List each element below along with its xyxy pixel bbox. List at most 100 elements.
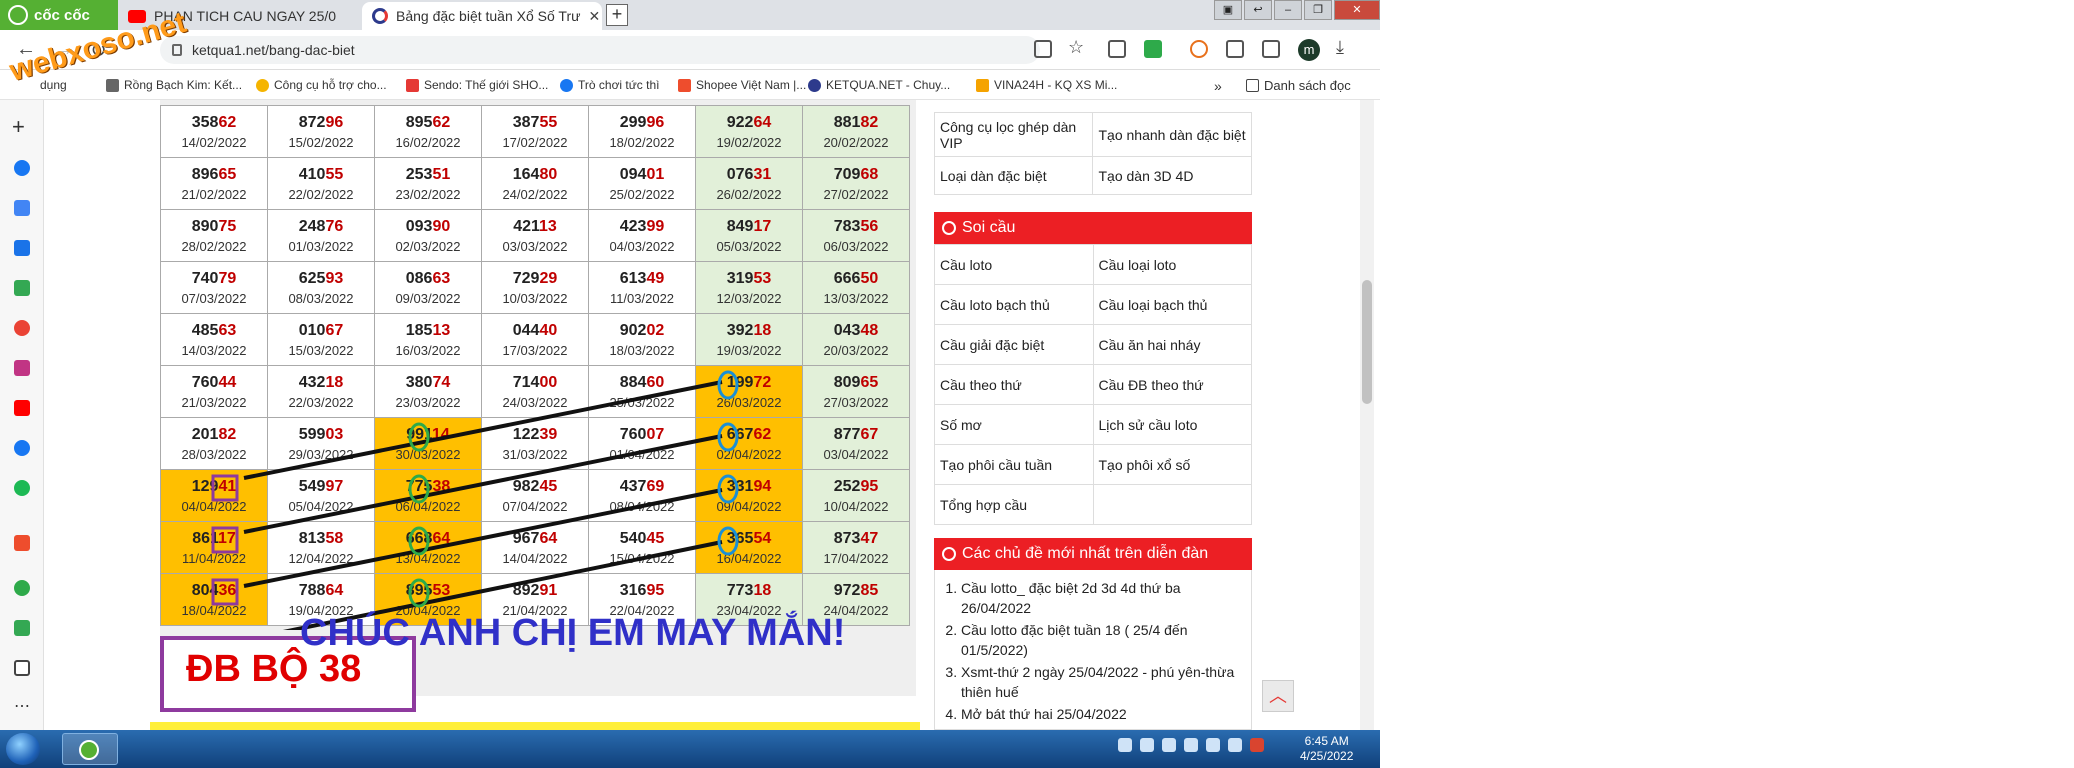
speaker-icon[interactable]: [1184, 738, 1198, 752]
soi-cau-link[interactable]: Cầu ĐB theo thứ: [1092, 364, 1252, 405]
result-date: 25/03/2022: [609, 394, 675, 410]
forum-topic-link[interactable]: Cầu lotto_ đặc biệt 2d 3d 4d thứ ba 26/0…: [961, 578, 1245, 618]
soi-cau-link[interactable]: Số mơ: [934, 404, 1094, 445]
tab-ketqua[interactable]: Bảng đặc biệt tuần Xổ Số Trư ✕: [362, 2, 602, 30]
coccoc-rewards-icon[interactable]: [1190, 40, 1208, 58]
scroll-to-top-button[interactable]: ︿: [1262, 680, 1294, 712]
result-number: 33194: [696, 476, 802, 498]
close-tab-icon[interactable]: ✕: [589, 8, 601, 25]
result-date: 02/04/2022: [716, 446, 782, 462]
bookmark-item[interactable]: Công cụ hỗ trợ cho...: [256, 78, 387, 92]
result-head: 122: [512, 425, 540, 443]
result-date: 09/03/2022: [395, 290, 461, 306]
scrollbar-thumb[interactable]: [1362, 280, 1372, 404]
t-app-icon[interactable]: [14, 280, 30, 296]
close-window-button[interactable]: ✕: [1334, 0, 1380, 20]
system-clock[interactable]: 6:45 AM 4/25/2022: [1300, 734, 1353, 764]
bookmark-item[interactable]: Sendo: Thế giới SHO...: [406, 78, 548, 92]
download-icon[interactable]: ⤓: [1336, 37, 1344, 58]
result-cell: 01067 15/03/2022: [267, 313, 375, 366]
bookmark-item[interactable]: Shopee Việt Nam |...: [678, 78, 806, 92]
bookmark-item[interactable]: KETQUA.NET - Chuy...: [808, 78, 950, 92]
brand-label: cốc cốc: [34, 6, 90, 24]
soi-cau-link[interactable]: Cầu loto: [934, 244, 1094, 285]
more-icon[interactable]: ⋯: [14, 696, 30, 716]
tool-link[interactable]: Công cụ lọc ghép dàn VIP: [933, 112, 1094, 157]
reading-list-button[interactable]: Danh sách đọc: [1246, 78, 1351, 93]
result-tail: 55: [325, 165, 344, 183]
youtube-icon[interactable]: [14, 400, 30, 416]
scrollbar-track[interactable]: [1360, 100, 1374, 730]
soi-cau-link[interactable]: Cầu giải đặc biệt: [934, 324, 1094, 365]
clipboard-icon[interactable]: [1206, 738, 1220, 752]
start-button[interactable]: [6, 733, 40, 765]
soi-cau-link[interactable]: Tạo phôi cầu tuần: [934, 444, 1094, 485]
v-app-icon[interactable]: [1250, 738, 1264, 752]
back-window-icon[interactable]: ↩: [1244, 0, 1272, 20]
soi-cau-link[interactable]: Cầu theo thứ: [934, 364, 1094, 405]
tool-icon[interactable]: [1140, 738, 1154, 752]
flag-icon[interactable]: [1162, 738, 1176, 752]
sheet-icon[interactable]: [14, 620, 30, 636]
soi-cau-link[interactable]: Cầu loại loto: [1092, 244, 1252, 285]
instagram-icon[interactable]: [14, 360, 30, 376]
tool-link[interactable]: Tạo nhanh dàn đặc biệt: [1092, 112, 1252, 157]
result-cell: 89665 21/02/2022: [160, 157, 268, 210]
media-icon[interactable]: [1262, 40, 1280, 58]
rong-bach-kim-icon: [106, 78, 119, 92]
shopee-icon[interactable]: [14, 535, 30, 551]
result-number: 41055: [268, 164, 374, 186]
spotify-icon[interactable]: [14, 480, 30, 496]
bookmarks-overflow-button[interactable]: »: [1214, 78, 1222, 94]
maximize-button[interactable]: ❐: [1304, 0, 1332, 20]
profile-avatar[interactable]: m: [1298, 39, 1320, 61]
bookmark-star-icon[interactable]: ☆: [1068, 37, 1084, 58]
extension-icon[interactable]: [1108, 40, 1126, 58]
download-green-icon[interactable]: [1144, 40, 1162, 58]
result-number: 35862: [161, 112, 267, 134]
result-tail: 79: [218, 269, 237, 287]
forum-topic-link[interactable]: Mở bát thứ hai 25/04/2022: [961, 704, 1245, 724]
share-icon[interactable]: [1034, 40, 1052, 58]
taskbar-coccoc-app[interactable]: [62, 733, 118, 765]
soi-cau-link[interactable]: Cầu loại bạch thủ: [1092, 284, 1252, 325]
new-tab-button[interactable]: +: [606, 4, 628, 26]
address-bar[interactable]: ketqua1.net/bang-dac-biet: [160, 36, 1040, 64]
result-head: 902: [619, 321, 647, 339]
result-date: 28/03/2022: [181, 446, 247, 462]
bell-icon[interactable]: [14, 660, 30, 676]
result-head: 892: [512, 581, 540, 599]
result-date: 09/04/2022: [716, 498, 782, 514]
soi-cau-link[interactable]: Tổng hợp cầu: [934, 484, 1094, 525]
facebook-icon[interactable]: [14, 160, 30, 176]
bookmark-item[interactable]: Trò chơi tức thì: [560, 78, 659, 92]
network-icon[interactable]: [1118, 738, 1132, 752]
tool-link[interactable]: Loại dàn đặc biệt: [933, 156, 1094, 195]
soi-cau-link[interactable]: Tạo phôi xổ số: [1092, 444, 1252, 485]
add-sidebar-icon[interactable]: +: [12, 114, 25, 140]
bookmark-item[interactable]: Rồng Bạch Kim: Kết...: [106, 78, 242, 92]
bookmark-label: Công cụ hỗ trợ cho...: [274, 78, 387, 92]
coccoc-menu-button[interactable]: cốc cốc: [0, 0, 118, 30]
h-app-icon[interactable]: [14, 240, 30, 256]
forum-topic-link[interactable]: Cầu lotto đặc biệt tuần 18 ( 25/4 đến 01…: [961, 620, 1245, 660]
translate-icon[interactable]: [14, 200, 30, 216]
result-tail: 31: [753, 165, 772, 183]
soi-cau-link[interactable]: Cầu ăn hai nháy: [1092, 324, 1252, 365]
screenshot-icon[interactable]: ▣: [1214, 0, 1242, 20]
forum-topic-link[interactable]: Xsmt-thứ 2 ngày 25/04/2022 - phú yên-thừ…: [961, 662, 1245, 702]
game-icon[interactable]: [14, 580, 30, 596]
keyboard-icon[interactable]: [1228, 738, 1242, 752]
google-icon[interactable]: [14, 320, 30, 336]
minimize-button[interactable]: –: [1274, 0, 1302, 20]
result-number: 77538: [375, 476, 481, 498]
messenger-icon[interactable]: [14, 440, 30, 456]
soi-cau-link[interactable]: Lịch sử cầu loto: [1092, 404, 1252, 445]
bookmark-item[interactable]: VINA24H - KQ XS Mi...: [976, 78, 1117, 92]
soi-cau-link[interactable]: Cầu loto bạch thủ: [934, 284, 1094, 325]
clock-time: 6:45 AM: [1304, 734, 1349, 748]
puzzle-extensions-icon[interactable]: [1226, 40, 1244, 58]
result-number: 80965: [803, 372, 909, 394]
result-tail: 17: [753, 217, 772, 235]
tool-link[interactable]: Tạo dàn 3D 4D: [1092, 156, 1252, 195]
